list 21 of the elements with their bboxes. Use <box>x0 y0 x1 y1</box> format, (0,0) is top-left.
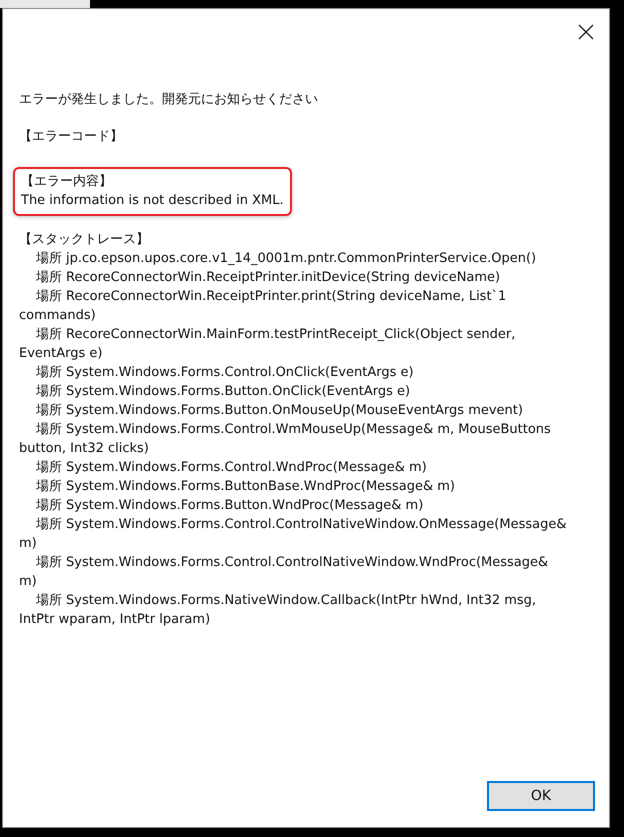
stack-frame: 場所 System.Windows.Forms.Control.WndProc(Message& m) <box>19 458 569 477</box>
stack-frame: 場所 System.Windows.Forms.NativeWindow.Callback(IntPtr hWnd, Int32 msg, IntPtr wparam, IntPtr lparam) <box>19 591 569 629</box>
error-message: エラーが発生しました。開発元にお知らせください <box>19 91 319 109</box>
stack-frame: 場所 System.Windows.Forms.Control.OnClick(EventArgs e) <box>19 363 569 382</box>
stack-frame: 場所 System.Windows.Forms.Control.WmMouseUp(Message& m, MouseButtons button, Int32 clicks) <box>19 420 569 458</box>
ok-button[interactable]: OK <box>487 781 595 811</box>
error-code-heading: 【エラーコード】 <box>19 128 124 146</box>
close-icon <box>578 24 594 40</box>
stack-frame: 場所 System.Windows.Forms.Control.ControlNativeWindow.OnMessage(Message& m) <box>19 515 569 553</box>
error-content-heading: 【エラー内容】 <box>21 173 113 191</box>
stack-frame: 場所 jp.co.epson.upos.core.v1_14_0001m.pntr.CommonPrinterService.Open() <box>19 249 569 268</box>
stack-frame: 場所 System.Windows.Forms.Control.ControlNativeWindow.WndProc(Message& m) <box>19 553 569 591</box>
stack-frame: 場所 System.Windows.Forms.Button.OnClick(EventArgs e) <box>19 382 569 401</box>
stack-frame: 場所 System.Windows.Forms.ButtonBase.WndProc(Message& m) <box>19 477 569 496</box>
stack-frame: 場所 RecoreConnectorWin.MainForm.testPrintReceipt_Click(Object sender, EventArgs e) <box>19 325 569 363</box>
error-content-text: The information is not described in XML. <box>21 192 284 210</box>
stack-frame: 場所 RecoreConnectorWin.ReceiptPrinter.initDevice(String deviceName) <box>19 268 569 287</box>
stack-frame: 場所 System.Windows.Forms.Button.WndProc(Message& m) <box>19 496 569 515</box>
stack-frame: 場所 System.Windows.Forms.Button.OnMouseUp(MouseEventArgs mevent) <box>19 401 569 420</box>
stack-trace-heading: 【スタックトレース】 <box>19 231 150 249</box>
stack-frame: 場所 RecoreConnectorWin.ReceiptPrinter.print(String deviceName, List`1 commands) <box>19 287 569 325</box>
